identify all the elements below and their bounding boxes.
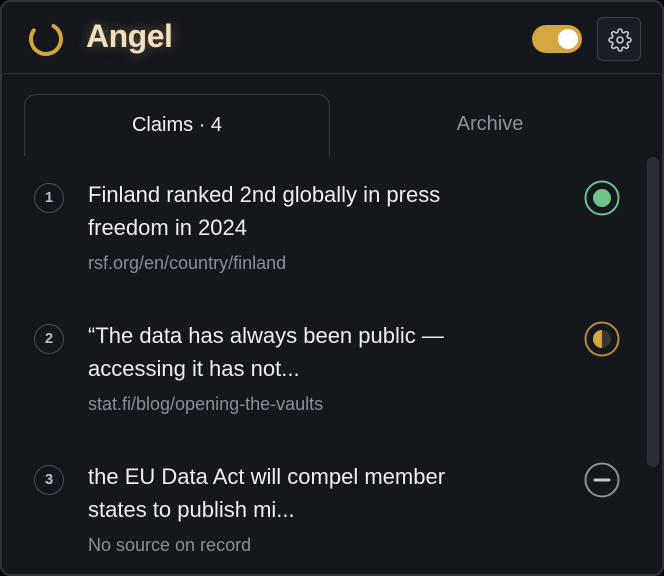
enable-toggle[interactable] (532, 25, 582, 53)
claim-text-line: “The data has always been public — (88, 323, 444, 348)
claim-number: 3 (34, 465, 64, 495)
claim-text-line: accessing it has not... (88, 356, 300, 381)
claim-item-3[interactable]: 3 the EU Data Act will compel member sta… (2, 438, 642, 568)
claim-text: Finland ranked 2nd globally in press fre… (88, 178, 558, 244)
claim-text: the EU Data Act will compel member state… (88, 460, 558, 526)
settings-button[interactable] (597, 17, 641, 61)
verified-dot-icon (584, 180, 620, 216)
claim-source: No source on record (88, 535, 252, 555)
claim-item-2[interactable]: 2 “The data has always been public — acc… (2, 297, 642, 427)
claim-text-line: freedom in 2024 (88, 215, 247, 240)
gear-icon (608, 28, 632, 52)
tab-claims[interactable]: Claims · 4 (24, 94, 330, 156)
scrollbar[interactable] (647, 157, 659, 467)
claim-text-line: states to publish mi... (88, 497, 295, 522)
loading-ring-icon (29, 22, 63, 56)
claim-item-1[interactable]: 1 Finland ranked 2nd globally in press f… (2, 156, 642, 286)
claim-source: stat.fi/blog/opening-the-vaults (88, 394, 324, 414)
app-title: Angel (86, 18, 173, 54)
claim-source: rsf.org/en/country/finland (88, 253, 287, 273)
claim-text-line: the EU Data Act will compel member (88, 464, 446, 489)
tab-archive[interactable]: Archive (332, 94, 648, 156)
claim-number: 1 (34, 183, 64, 213)
toggle-knob (558, 29, 578, 49)
claim-number: 2 (34, 324, 64, 354)
half-circle-icon (584, 321, 620, 357)
claims-list: 1 Finland ranked 2nd globally in press f… (2, 156, 662, 574)
header: Angel (2, 2, 662, 74)
claim-text-line: Finland ranked 2nd globally in press (88, 182, 441, 207)
angel-panel: Angel Claims · 4 Archive 1 Finland ranke… (0, 0, 664, 576)
minus-circle-icon (584, 462, 620, 498)
claim-text: “The data has always been public — acces… (88, 319, 558, 385)
